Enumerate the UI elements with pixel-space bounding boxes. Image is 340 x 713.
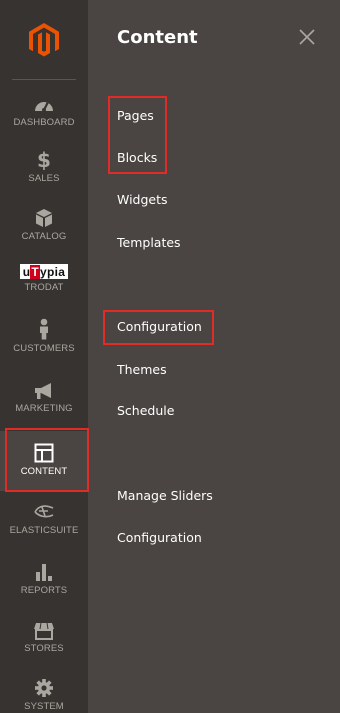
store-icon <box>33 618 55 640</box>
person-icon <box>37 318 51 340</box>
menu-link-themes[interactable]: Themes <box>117 362 167 377</box>
sidebar-item-elasticsuite[interactable]: ELASTICSUITE <box>0 500 88 546</box>
dollar-icon: $ <box>37 148 51 170</box>
sidebar-item-label: STORES <box>24 643 64 654</box>
dashboard-gauge-icon <box>33 92 55 114</box>
sidebar-item-trodat[interactable]: u Typia TRODAT <box>0 264 88 308</box>
sidebar-item-label: SALES <box>28 173 60 184</box>
sidebar-item-reports[interactable]: REPORTS <box>0 560 88 606</box>
sidebar-item-customers[interactable]: CUSTOMERS <box>0 318 88 364</box>
logo-divider <box>12 79 76 80</box>
sidebar-item-content[interactable]: CONTENT <box>0 431 88 491</box>
magento-logo-icon <box>29 23 59 57</box>
sidebar-item-label: ELASTICSUITE <box>9 525 79 536</box>
magento-logo[interactable] <box>0 0 88 80</box>
sidebar-item-label: CONTENT <box>20 466 68 477</box>
sidebar-item-label: MARKETING <box>15 403 73 414</box>
menu-link-design-configuration[interactable]: Configuration <box>117 319 202 334</box>
menu-link-slider-configuration[interactable]: Configuration <box>117 530 202 545</box>
sidebar-item-label: CUSTOMERS <box>13 343 75 354</box>
menu-link-manage-sliders[interactable]: Manage Sliders <box>117 488 213 503</box>
svg-text:$: $ <box>37 148 51 170</box>
bar-chart-icon <box>35 560 53 582</box>
sidebar-item-marketing[interactable]: MARKETING <box>0 378 88 424</box>
menu-link-blocks[interactable]: Blocks <box>117 150 157 165</box>
admin-sidebar: DASHBOARD $ SALES CATALOG u Typia TRODAT … <box>0 0 88 713</box>
sidebar-item-catalog[interactable]: CATALOG <box>0 206 88 252</box>
menu-link-templates[interactable]: Templates <box>117 235 181 250</box>
menu-link-schedule[interactable]: Schedule <box>117 403 174 418</box>
gear-icon <box>34 676 54 698</box>
sidebar-item-label: CATALOG <box>21 231 67 242</box>
sidebar-item-stores[interactable]: STORES <box>0 618 88 664</box>
sidebar-item-sales[interactable]: $ SALES <box>0 148 88 194</box>
sidebar-item-dashboard[interactable]: DASHBOARD <box>0 92 88 138</box>
sidebar-item-label: TRODAT <box>24 282 64 293</box>
sidebar-item-label: REPORTS <box>20 585 68 596</box>
close-button[interactable] <box>296 26 318 48</box>
menu-link-pages[interactable]: Pages <box>117 108 154 123</box>
layout-icon <box>34 441 54 463</box>
sidebar-item-label: SYSTEM <box>24 701 64 712</box>
elasticsuite-icon <box>32 500 56 522</box>
menu-link-widgets[interactable]: Widgets <box>117 192 168 207</box>
content-flyout-panel: Content Pages Blocks Widgets Templates C… <box>88 0 340 713</box>
box-icon <box>35 206 53 228</box>
close-icon <box>299 29 315 45</box>
utypia-logo: u Typia <box>20 264 68 279</box>
megaphone-icon <box>33 378 55 400</box>
sidebar-item-label: DASHBOARD <box>13 117 75 128</box>
sidebar-item-system[interactable]: SYSTEM <box>0 676 88 713</box>
flyout-title: Content <box>117 27 198 48</box>
